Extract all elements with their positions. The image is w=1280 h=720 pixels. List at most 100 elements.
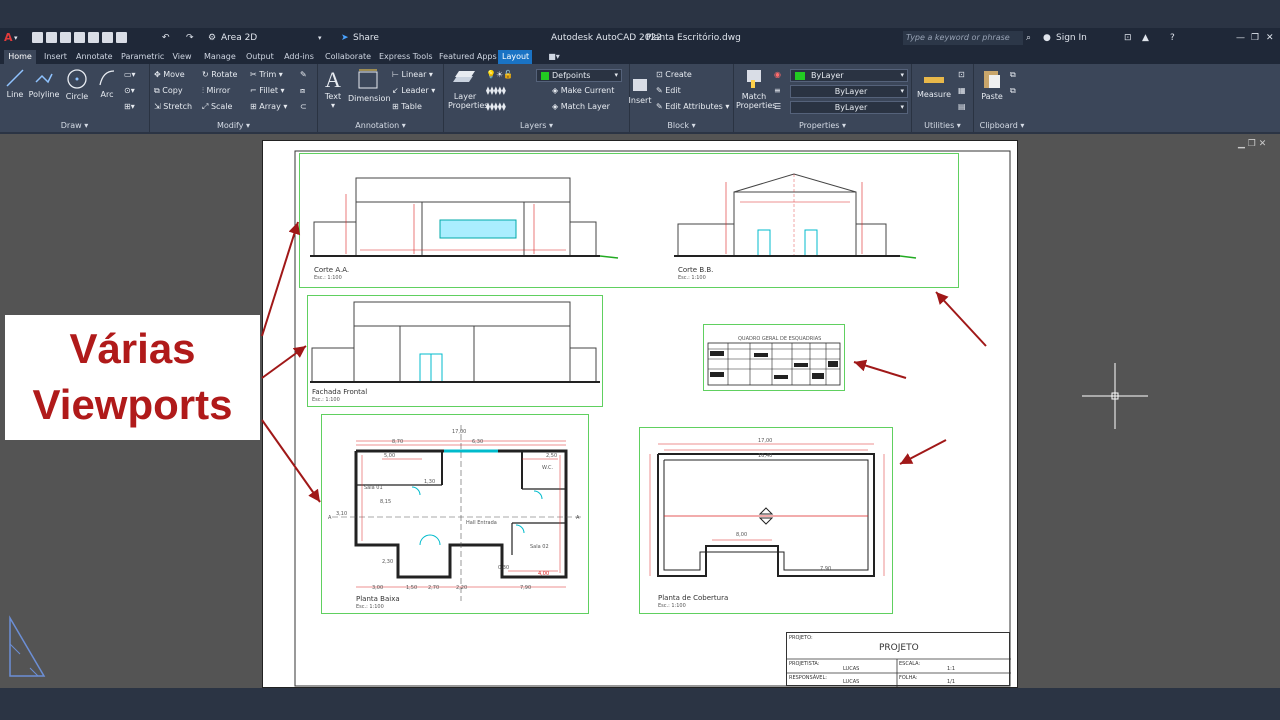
cut-icon[interactable]: ⧉ — [1010, 84, 1016, 98]
hatch-icon[interactable]: ⊙▾ — [124, 84, 135, 98]
calculator-icon[interactable]: ▦ — [958, 84, 966, 98]
layer-state-icons[interactable]: 💡☀🔓 — [486, 68, 513, 82]
quick-select-icon[interactable]: ⊡ — [958, 68, 965, 82]
layer-tools-row2[interactable]: ⧫⧫⧫⧫⧫ — [486, 84, 506, 98]
app-logo[interactable]: A — [4, 31, 13, 45]
table-button[interactable]: ⊞ Table — [392, 100, 422, 114]
text-button[interactable]: A Text ▾ — [322, 68, 344, 111]
edit-block-button[interactable]: ✎ Edit — [656, 84, 681, 98]
match-layer-button[interactable]: ◈ Match Layer — [552, 100, 610, 114]
color-dropdown[interactable]: ByLayer — [790, 69, 908, 82]
tab-collaborate[interactable]: Collaborate — [321, 50, 371, 64]
layer-properties-button[interactable]: Layer Properties — [448, 68, 488, 110]
tab-insert[interactable]: Insert — [40, 50, 68, 64]
minimize-button[interactable]: — — [1236, 31, 1245, 45]
trim-button[interactable]: ✂ Trim ▾ — [250, 68, 283, 82]
circle-button[interactable]: Circle — [63, 68, 91, 101]
layer-tools-row3[interactable]: ⧫⧫⧫⧫⧫ — [486, 100, 506, 114]
match-properties-button[interactable]: Match Properties — [736, 68, 776, 110]
redo-icon[interactable]: ↷ — [186, 31, 194, 45]
viewport-fachada[interactable]: Fachada Frontal Esc.: 1:100 — [307, 295, 603, 407]
dimension-button[interactable]: Dimension — [348, 68, 391, 103]
line-button[interactable]: Line — [4, 68, 26, 99]
viewport-planta-cobertura[interactable]: 17,00 16,40 8,00 7,90 Planta de Cobertur… — [639, 427, 893, 614]
layers-panel-title[interactable]: Layers — [444, 121, 629, 130]
viewport-planta-baixa[interactable]: 17,00 8,70 6,30 5,00 2,50 8,15 1,30 2,30… — [321, 414, 589, 614]
fillet-button[interactable]: ⌐ Fillet ▾ — [250, 84, 285, 98]
edit-attributes-button[interactable]: ✎ Edit Attributes ▾ — [656, 100, 729, 114]
plot-icon[interactable] — [116, 32, 127, 43]
stretch-button[interactable]: ⇲ Stretch — [154, 100, 192, 114]
tab-annotate[interactable]: Annotate — [72, 50, 114, 64]
title-block[interactable]: PROJETO: PROJETO PROJETISTA: LUCAS ESCAL… — [786, 632, 1011, 687]
array-button[interactable]: ⊞ Array ▾ — [250, 100, 287, 114]
utilities-panel-title[interactable]: Utilities — [912, 121, 973, 130]
offset-icon[interactable]: ⊂ — [300, 100, 307, 114]
cart-icon[interactable]: ⊡ — [1124, 31, 1132, 45]
erase-icon[interactable]: ✎ — [300, 68, 307, 82]
save-web-icon[interactable] — [102, 32, 113, 43]
leader-button[interactable]: ↙ Leader ▾ — [392, 84, 435, 98]
tab-layout[interactable]: Layout — [498, 50, 532, 64]
make-current-label: Make Current — [560, 86, 615, 95]
block-panel-title[interactable]: Block — [630, 121, 733, 130]
polyline-button[interactable]: Polyline — [28, 68, 60, 99]
rotate-button[interactable]: ↻ Rotate — [202, 68, 237, 82]
modify-panel-title[interactable]: Modify — [150, 121, 317, 130]
mirror-button[interactable]: ⫶ Mirror — [202, 84, 230, 98]
restore-button[interactable]: ❐ — [1251, 31, 1259, 45]
close-button[interactable]: ✕ — [1266, 31, 1274, 45]
tab-featured-apps[interactable]: Featured Apps — [435, 50, 497, 64]
insert-button[interactable]: Insert — [628, 76, 652, 105]
tab-add-ins[interactable]: Add-ins — [280, 50, 318, 64]
save-as-icon[interactable] — [74, 32, 85, 43]
annotation-panel-title[interactable]: Annotation — [318, 121, 443, 130]
app-menu-chevron-icon[interactable]: ▾ — [14, 31, 18, 45]
layer-dropdown[interactable]: Defpoints — [536, 69, 622, 82]
tab-home[interactable]: Home — [4, 50, 36, 64]
paste-button[interactable]: Paste — [978, 68, 1006, 101]
autodesk-a360-icon[interactable]: ▲ — [1142, 31, 1149, 45]
move-button[interactable]: ✥ Move — [154, 68, 185, 82]
tab-parametric[interactable]: Parametric — [117, 50, 166, 64]
viewport-quadro-esquadrias[interactable]: QUADRO GERAL DE ESQUADRIAS — [703, 324, 845, 391]
list-icon[interactable]: ▤ — [958, 100, 966, 114]
share-button[interactable]: Share — [353, 31, 379, 45]
create-block-button[interactable]: ⊡ Create — [656, 68, 692, 82]
open-file-icon[interactable] — [46, 32, 57, 43]
open-web-icon[interactable] — [88, 32, 99, 43]
make-current-button[interactable]: ◈ Make Current — [552, 84, 614, 98]
rectangle-icon[interactable]: ▭▾ — [124, 68, 136, 82]
ribbon-toggle-icon[interactable]: ■▾ — [544, 50, 564, 64]
help-icon[interactable]: ? — [1170, 31, 1175, 45]
viewport-sections[interactable]: Corte A.A. Esc.: 1:100 Corte B.B. Esc.: … — [299, 153, 959, 288]
lineweight-dropdown[interactable]: ByLayer — [790, 101, 908, 114]
measure-button[interactable]: Measure — [914, 72, 954, 99]
draw-panel-title[interactable]: Draw — [0, 121, 149, 130]
paper-sheet[interactable]: Corte A.A. Esc.: 1:100 Corte B.B. Esc.: … — [262, 140, 1018, 688]
viewport-window-controls[interactable]: ▁ ❐ ✕ — [1238, 139, 1266, 149]
copy-clip-icon[interactable]: ⧉ — [1010, 68, 1016, 82]
sign-in-button[interactable]: Sign In — [1056, 31, 1087, 45]
properties-panel-title[interactable]: Properties — [734, 121, 911, 130]
tab-manage[interactable]: Manage — [200, 50, 238, 64]
tab-view[interactable]: View — [168, 50, 196, 64]
clipboard-panel-title[interactable]: Clipboard — [974, 121, 1030, 130]
linear-button[interactable]: ⊢ Linear ▾ — [392, 68, 433, 82]
new-file-icon[interactable] — [32, 32, 43, 43]
search-input[interactable]: Type a keyword or phrase — [903, 31, 1023, 45]
search-icon[interactable]: ⌕ — [1026, 31, 1031, 45]
workspace-switcher[interactable]: Area 2D — [221, 31, 321, 45]
workspace-dropdown-icon[interactable]: ▾ — [318, 31, 322, 45]
save-icon[interactable] — [60, 32, 71, 43]
copy-button[interactable]: ⧉ Copy — [154, 84, 183, 98]
dim-220: 2,20 — [456, 585, 468, 591]
tab-output[interactable]: Output — [242, 50, 276, 64]
arc-button[interactable]: Arc — [94, 68, 120, 99]
undo-icon[interactable]: ↶ — [162, 31, 170, 45]
scale-button[interactable]: ⤢ Scale — [202, 100, 232, 114]
tab-express-tools[interactable]: Express Tools — [375, 50, 433, 64]
explode-icon[interactable]: ⧈ — [300, 84, 305, 98]
boundary-icon[interactable]: ⊞▾ — [124, 100, 135, 114]
linetype-dropdown[interactable]: ByLayer — [790, 85, 908, 98]
